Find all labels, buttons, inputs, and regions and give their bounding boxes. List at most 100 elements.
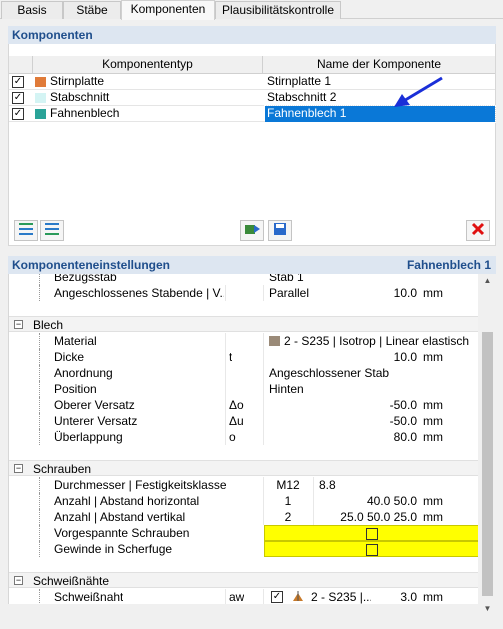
property-row[interactable]: Oberer Versatz Δo -50.0 mm xyxy=(9,397,478,413)
property-value[interactable]: Hinten xyxy=(269,381,304,397)
property-symbol: Δo xyxy=(229,398,244,412)
component-name[interactable]: Stirnplatte 1 xyxy=(267,74,331,90)
components-panel-title: Komponenten xyxy=(8,26,496,44)
property-label: Vorgespannte Schrauben xyxy=(54,526,190,540)
scroll-down-icon[interactable]: ▼ xyxy=(480,602,495,616)
property-unit: mm xyxy=(423,398,443,412)
tab-bar: Basis Stäbe Komponenten Plausibilitätsko… xyxy=(0,0,503,20)
property-unit: mm xyxy=(423,350,443,364)
delete-icon xyxy=(471,222,485,236)
vertical-scrollbar[interactable]: ▲ ▼ xyxy=(480,274,495,616)
import-button[interactable] xyxy=(240,220,264,241)
property-label: Anzahl | Abstand vertikal xyxy=(54,510,186,524)
property-unit: mm xyxy=(423,590,443,604)
thread-in-shear-checkbox[interactable] xyxy=(366,544,378,556)
preloaded-bolts-checkbox[interactable] xyxy=(366,528,378,540)
property-number[interactable]: 3.0 xyxy=(371,589,417,604)
property-unit: mm xyxy=(423,430,443,444)
component-name-selected[interactable]: Fahnenblech 1 xyxy=(264,105,496,123)
collapse-icon[interactable]: − xyxy=(14,320,23,329)
property-row[interactable]: Position Hinten xyxy=(9,381,478,397)
group-schrauben[interactable]: − Schrauben xyxy=(9,460,478,476)
property-number[interactable]: 10.0 xyxy=(339,349,417,365)
tab-basis[interactable]: Basis xyxy=(1,1,63,19)
move-up-button[interactable] xyxy=(14,220,38,241)
tab-komponenten[interactable]: Komponenten xyxy=(121,0,215,20)
property-label: Bezugsstab xyxy=(54,274,117,284)
property-label: Position xyxy=(54,382,97,396)
save-icon xyxy=(274,223,286,235)
property-number[interactable]: 10.0 xyxy=(339,285,417,301)
group-blech[interactable]: − Blech xyxy=(9,316,478,332)
property-unit: mm xyxy=(423,414,443,428)
property-value[interactable]: M12 xyxy=(263,477,313,493)
component-checkbox[interactable]: ✓ xyxy=(12,92,24,104)
scroll-up-icon[interactable]: ▲ xyxy=(480,274,495,288)
property-symbol: Δu xyxy=(229,414,244,428)
property-row[interactable]: Anzahl | Abstand horizontal 1 40.0 50.0 … xyxy=(9,493,478,509)
group-title: Blech xyxy=(33,318,64,332)
property-number[interactable]: 80.0 xyxy=(339,429,417,445)
property-label: Anordnung xyxy=(54,366,113,380)
component-checkbox[interactable]: ✓ xyxy=(12,76,24,88)
group-title: Schweißnähte xyxy=(33,574,110,588)
component-name[interactable]: Stabschnitt 2 xyxy=(267,90,336,106)
property-value[interactable]: Parallel xyxy=(269,285,309,301)
thread-in-shear-field[interactable] xyxy=(264,541,478,557)
column-header-type: Komponententyp xyxy=(33,56,263,74)
component-color-swatch xyxy=(35,77,46,87)
property-row[interactable]: Vorgespannte Schrauben xyxy=(9,525,478,541)
property-row[interactable]: Material 2 - S235 | Isotrop | Linear ela… xyxy=(9,333,478,349)
weld-symbol-icon xyxy=(293,591,303,601)
property-value[interactable]: Stab 1 xyxy=(269,274,304,285)
property-value[interactable]: 2 - S235 |... xyxy=(311,589,371,604)
delete-button[interactable] xyxy=(466,220,490,241)
property-label: Schweißnaht xyxy=(54,590,124,604)
group-schweissnaehte[interactable]: − Schweißnähte xyxy=(9,572,478,588)
property-unit: mm xyxy=(423,510,443,524)
property-grid: Bezugsstab Stab 1 Angeschlossenes Staben… xyxy=(8,274,478,604)
property-label: Überlappung xyxy=(54,430,123,444)
preloaded-bolts-field[interactable] xyxy=(264,525,478,541)
property-value[interactable]: 25.0 50.0 25.0 xyxy=(319,509,417,525)
property-number[interactable]: -50.0 xyxy=(339,397,417,413)
property-symbol: o xyxy=(229,430,236,444)
property-row[interactable]: Bezugsstab Stab 1 xyxy=(9,274,478,285)
property-value[interactable]: 1 xyxy=(263,493,313,509)
component-color-swatch xyxy=(35,93,46,103)
group-title: Schrauben xyxy=(33,462,92,476)
move-down-button[interactable] xyxy=(40,220,64,241)
property-value[interactable]: 8.8 xyxy=(319,477,336,493)
column-header-name: Name der Komponente xyxy=(316,57,442,71)
property-value[interactable]: 40.0 50.0 xyxy=(319,493,417,509)
property-row[interactable]: Anzahl | Abstand vertikal 2 25.0 50.0 25… xyxy=(9,509,478,525)
property-label: Gewinde in Scherfuge xyxy=(54,542,173,556)
property-label: Anzahl | Abstand horizontal xyxy=(54,494,200,508)
property-label: Durchmesser | Festigkeitsklasse xyxy=(54,478,227,492)
property-value[interactable]: 2 xyxy=(263,509,313,525)
save-button[interactable] xyxy=(268,220,292,241)
property-row[interactable]: Überlappung o 80.0 mm xyxy=(9,429,478,445)
weld-checkbox[interactable]: ✓ xyxy=(271,591,283,603)
component-type: Stirnplatte xyxy=(50,74,105,88)
property-row[interactable]: Unterer Versatz Δu -50.0 mm xyxy=(9,413,478,429)
property-value[interactable]: Angeschlossener Stab xyxy=(269,365,389,381)
property-row[interactable]: Gewinde in Scherfuge xyxy=(9,541,478,557)
component-type: Stabschnitt xyxy=(50,90,110,104)
property-row[interactable]: Angeschlossenes Stabende | V... Parallel… xyxy=(9,285,478,301)
property-value[interactable]: 2 - S235 | Isotrop | Linear elastisch xyxy=(284,333,478,349)
property-label: Angeschlossenes Stabende | V... xyxy=(54,286,224,300)
component-checkbox[interactable]: ✓ xyxy=(12,108,24,120)
collapse-icon[interactable]: − xyxy=(14,464,23,473)
property-row[interactable]: Durchmesser | Festigkeitsklasse M12 8.8 xyxy=(9,477,478,493)
property-row[interactable]: Dicke t 10.0 mm xyxy=(9,349,478,365)
property-row[interactable]: Schweißnaht aw ✓ 2 - S235 |... 3.0 mm xyxy=(9,589,478,604)
material-color-swatch xyxy=(269,336,280,346)
import-icon xyxy=(245,225,260,234)
property-row[interactable]: Anordnung Angeschlossener Stab xyxy=(9,365,478,381)
property-number[interactable]: -50.0 xyxy=(339,413,417,429)
tab-plausibilitaetskontrolle[interactable]: Plausibilitätskontrolle xyxy=(215,1,341,19)
tab-staebe[interactable]: Stäbe xyxy=(63,1,121,19)
scrollbar-thumb[interactable] xyxy=(482,332,493,596)
collapse-icon[interactable]: − xyxy=(14,576,23,585)
